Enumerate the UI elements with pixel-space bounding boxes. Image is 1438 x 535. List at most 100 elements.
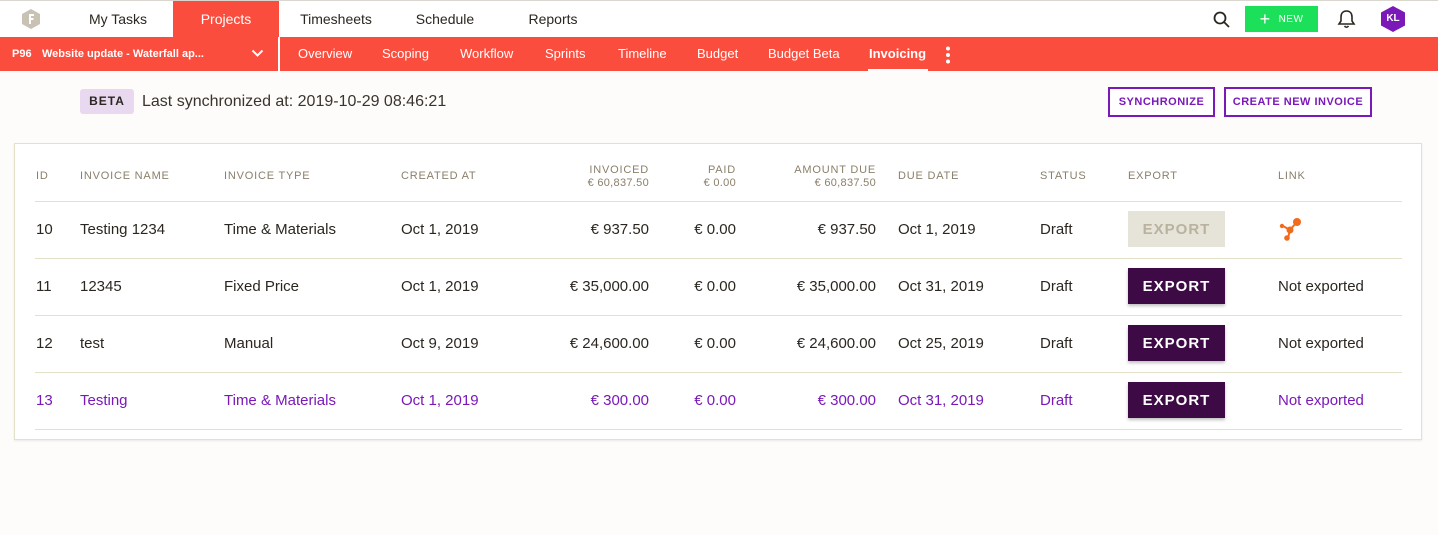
header-invoiced-label: INVOICED: [589, 164, 649, 176]
cell-invoiced: € 35,000.00: [569, 278, 649, 295]
cell-status: Draft: [1040, 278, 1073, 295]
more-options-icon[interactable]: [944, 46, 952, 64]
tab-overview[interactable]: Overview: [298, 37, 352, 71]
cell-amount-due: € 937.50: [817, 221, 876, 238]
cell-invoice-type: Time & Materials: [224, 392, 336, 409]
tab-budget-beta[interactable]: Budget Beta: [768, 37, 840, 71]
project-name: Website update - Waterfall ap...: [42, 48, 204, 60]
cell-created-at: Oct 1, 2019: [401, 392, 479, 409]
cell-link: Not exported: [1278, 335, 1364, 352]
cell-amount-due: € 24,600.00: [796, 335, 876, 352]
cell-id: 13: [36, 392, 53, 409]
cell-id: 10: [36, 221, 53, 238]
header-paid-label: PAID: [707, 164, 736, 176]
cell-invoice-type: Time & Materials: [224, 221, 336, 238]
header-link: LINK: [1278, 170, 1306, 182]
cell-id: 11: [36, 278, 52, 295]
cell-invoice-name[interactable]: test: [80, 335, 104, 352]
export-button-disabled: EXPORT: [1128, 211, 1225, 247]
cell-due-date: Oct 31, 2019: [898, 278, 984, 295]
chevron-down-icon: [251, 49, 264, 57]
cell-paid: € 0.00: [694, 221, 736, 238]
header-divider: [35, 201, 1402, 202]
cell-paid: € 0.00: [694, 278, 736, 295]
project-selector[interactable]: P96 Website update - Waterfall ap...: [0, 37, 280, 71]
beta-badge: BETA: [80, 89, 134, 114]
user-avatar[interactable]: KL: [1381, 6, 1405, 32]
cell-invoiced: € 300.00: [590, 392, 649, 409]
new-button[interactable]: + NEW: [1245, 6, 1318, 32]
create-new-invoice-button[interactable]: CREATE NEW INVOICE: [1224, 87, 1372, 117]
header-invoice-name: INVOICE NAME: [80, 170, 170, 182]
cell-invoice-name[interactable]: 12345: [80, 278, 122, 295]
header-due-date: DUE DATE: [898, 170, 960, 182]
header-invoiced-total: € 60,837.50: [587, 177, 649, 189]
header-invoice-type: INVOICE TYPE: [224, 170, 311, 182]
nav-schedule[interactable]: Schedule: [395, 1, 495, 37]
synchronize-button[interactable]: SYNCHRONIZE: [1108, 87, 1215, 117]
cell-amount-due: € 35,000.00: [796, 278, 876, 295]
header-paid: PAID € 0.00: [704, 164, 736, 189]
header-amount-due-total: € 60,837.50: [814, 177, 876, 189]
invoices-table: ID INVOICE NAME INVOICE TYPE CREATED AT …: [14, 143, 1422, 440]
header-status: STATUS: [1040, 170, 1087, 182]
tab-timeline[interactable]: Timeline: [618, 37, 667, 71]
cell-invoice-name[interactable]: Testing: [80, 392, 128, 409]
last-synchronized-text: Last synchronized at: 2019-10-29 08:46:2…: [142, 93, 447, 110]
header-invoiced: INVOICED € 60,837.50: [588, 164, 649, 189]
header-amount-due-label: AMOUNT DUE: [794, 164, 876, 176]
cell-invoice-type: Fixed Price: [224, 278, 300, 295]
tab-scoping[interactable]: Scoping: [382, 37, 429, 71]
cell-id: 12: [36, 335, 53, 352]
nav-reports[interactable]: Reports: [504, 1, 602, 37]
cell-invoiced: € 937.50: [590, 221, 649, 238]
forecast-logo-icon[interactable]: [22, 9, 40, 29]
tab-budget[interactable]: Budget: [697, 37, 738, 71]
row-divider: [35, 258, 1402, 259]
search-icon[interactable]: [1213, 11, 1230, 28]
cell-created-at: Oct 1, 2019: [401, 278, 479, 295]
cell-amount-due: € 300.00: [817, 392, 876, 409]
row-divider: [35, 429, 1402, 430]
header-export: EXPORT: [1128, 170, 1178, 182]
cell-paid: € 0.00: [694, 335, 736, 352]
header-created-at: CREATED AT: [401, 170, 477, 182]
export-button[interactable]: EXPORT: [1128, 325, 1225, 361]
project-code: P96: [12, 48, 32, 60]
nav-projects[interactable]: Projects: [173, 1, 279, 37]
new-button-label: NEW: [1278, 13, 1304, 25]
plus-icon: +: [1259, 9, 1271, 29]
tab-sprints[interactable]: Sprints: [545, 37, 585, 71]
top-navigation: My Tasks Projects Timesheets Schedule Re…: [0, 0, 1438, 37]
active-tab-indicator: [868, 69, 928, 71]
cell-invoice-name[interactable]: Testing 1234: [80, 221, 165, 238]
tab-invoicing[interactable]: Invoicing: [869, 37, 926, 71]
export-button[interactable]: EXPORT: [1128, 382, 1225, 418]
nav-my-tasks[interactable]: My Tasks: [70, 1, 166, 37]
avatar-initials: KL: [1386, 13, 1400, 24]
cell-created-at: Oct 9, 2019: [401, 335, 479, 352]
cell-paid: € 0.00: [694, 392, 736, 409]
header-paid-total: € 0.00: [703, 177, 736, 189]
row-divider: [35, 315, 1402, 316]
cell-invoiced: € 24,600.00: [569, 335, 649, 352]
header-id: ID: [36, 170, 49, 182]
cell-status: Draft: [1040, 221, 1073, 238]
cell-invoice-type: Manual: [224, 335, 274, 352]
project-subnavigation: P96 Website update - Waterfall ap... Ove…: [0, 37, 1438, 71]
row-divider: [35, 372, 1402, 373]
cell-link: Not exported: [1278, 392, 1364, 409]
cell-due-date: Oct 25, 2019: [898, 335, 984, 352]
cell-due-date: Oct 1, 2019: [898, 221, 976, 238]
cell-due-date: Oct 31, 2019: [898, 392, 984, 409]
export-button[interactable]: EXPORT: [1128, 268, 1225, 304]
bell-icon[interactable]: [1337, 9, 1356, 29]
header-amount-due: AMOUNT DUE € 60,837.50: [794, 164, 876, 189]
nav-timesheets[interactable]: Timesheets: [286, 1, 386, 37]
cell-status: Draft: [1040, 392, 1073, 409]
exported-link-icon[interactable]: [1276, 215, 1304, 243]
tab-workflow[interactable]: Workflow: [460, 37, 513, 71]
cell-status: Draft: [1040, 335, 1073, 352]
cell-link: Not exported: [1278, 278, 1364, 295]
cell-created-at: Oct 1, 2019: [401, 221, 479, 238]
